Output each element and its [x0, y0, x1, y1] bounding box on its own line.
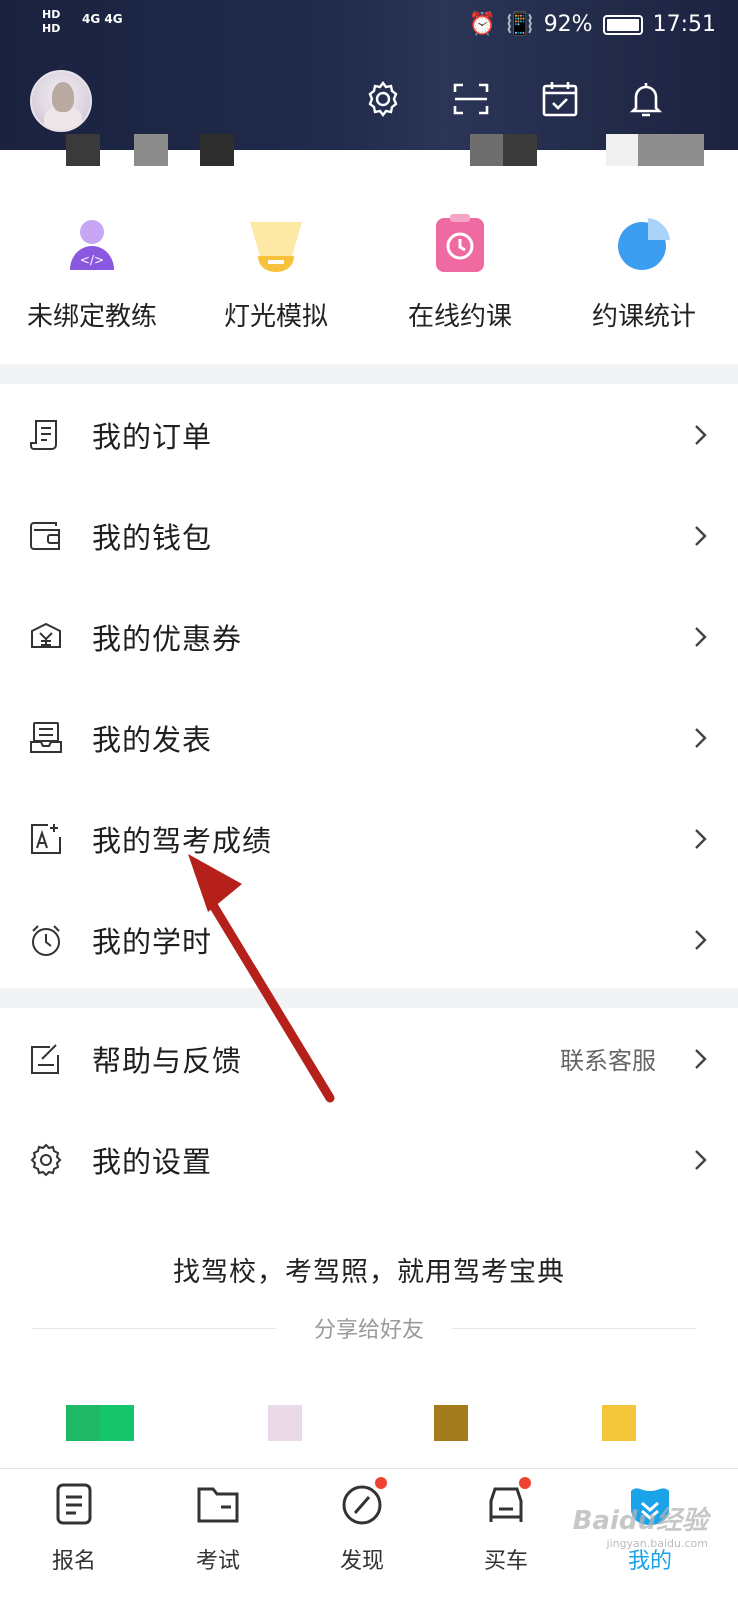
username-redacted [134, 134, 168, 166]
contact-support-link[interactable]: 联系客服 [560, 1041, 656, 1076]
menu-label: 我的优惠券 [92, 621, 243, 656]
profile-header: HD HD 4G 4G ⏰ 📳 92% 17:51 [0, 0, 738, 150]
signup-icon [51, 1481, 97, 1527]
feature-label: 未绑定教练 [26, 302, 157, 332]
chevron-right-icon [695, 727, 707, 748]
chevron-right-icon [695, 1048, 707, 1069]
username-redacted [470, 134, 504, 166]
tab-discover[interactable]: 发现 [288, 1475, 436, 1575]
battery-percent: 92% [543, 12, 593, 37]
username-redacted [606, 134, 640, 166]
chevron-right-icon [695, 525, 707, 546]
username-redacted [200, 134, 234, 166]
menu-item-settings[interactable]: 我的设置 [0, 1109, 738, 1210]
compass-icon [339, 1475, 389, 1527]
chevron-right-icon [695, 424, 707, 445]
car-icon [483, 1475, 533, 1527]
feature-label: 约课统计 [591, 302, 696, 332]
menu-label: 我的发表 [92, 722, 213, 757]
username-redacted [638, 134, 704, 166]
feature-grid: </> 未绑定教练 灯光模拟 在线约课 约课统计 [0, 200, 738, 350]
share-label: 分享给好友 [313, 1318, 424, 1343]
clock: 17:51 [652, 12, 716, 37]
menu-label: 我的订单 [92, 419, 213, 454]
status-bar: HD HD 4G 4G ⏰ 📳 92% 17:51 [0, 0, 738, 52]
coach-icon: </> [60, 212, 124, 276]
feature-label: 灯光模拟 [223, 302, 328, 332]
tab-label: 报名 [51, 1549, 96, 1574]
qzone-share-icon[interactable] [602, 1405, 636, 1441]
tab-exam[interactable]: 考试 [144, 1481, 292, 1575]
svg-text:</>: </> [80, 253, 104, 267]
menu-label: 我的驾考成绩 [92, 823, 273, 858]
tab-signup[interactable]: 报名 [0, 1481, 148, 1575]
calendar-check-icon[interactable] [537, 76, 583, 122]
timer-icon [28, 922, 64, 958]
vibrate-icon: 📳 [506, 12, 534, 37]
tab-label: 考试 [195, 1549, 240, 1574]
tab-buy-car[interactable]: 买车 [432, 1475, 580, 1575]
chevron-right-icon [695, 828, 707, 849]
menu-item-wallet[interactable]: 我的钱包 [0, 485, 738, 586]
chevron-right-icon [695, 929, 707, 950]
clock-clipboard-icon [428, 212, 492, 276]
menu-label: 我的钱包 [92, 520, 213, 555]
coupon-icon [28, 619, 64, 655]
light-sim-icon [244, 212, 308, 276]
order-icon [28, 417, 64, 453]
menu-item-study-hours[interactable]: 我的学时 [0, 889, 738, 990]
settings-icon[interactable] [360, 76, 406, 122]
section-divider [0, 364, 738, 384]
username-redacted [503, 134, 537, 166]
battery-icon [602, 14, 643, 35]
alarm-icon: ⏰ [468, 12, 497, 37]
feature-online-booking[interactable]: 在线约课 [368, 200, 552, 333]
menu-label: 帮助与反馈 [92, 1043, 243, 1078]
menu-label: 我的学时 [92, 924, 213, 959]
menu-item-orders[interactable]: 我的订单 [0, 384, 738, 485]
section-divider [0, 988, 738, 1008]
signal-indicator: 4G 4G [82, 12, 123, 26]
moments-share-icon[interactable] [268, 1405, 302, 1441]
menu-item-posts[interactable]: 我的发表 [0, 687, 738, 788]
feature-coach[interactable]: </> 未绑定教练 [0, 200, 184, 333]
chevron-right-icon [695, 1149, 707, 1170]
sim-label: HD [42, 8, 61, 21]
feature-label: 在线约课 [407, 302, 512, 332]
header-actions [0, 76, 738, 124]
feature-booking-stats[interactable]: 约课统计 [552, 200, 736, 333]
share-options [0, 1405, 738, 1455]
watermark: Baidu经验 jingyan.baidu.com [572, 1506, 708, 1550]
profile-page: HD HD 4G 4G ⏰ 📳 92% 17:51 </> 未绑定教练 灯光模拟… [0, 0, 738, 1600]
wechat-share-icon[interactable] [66, 1405, 134, 1441]
menu-item-help-feedback[interactable]: 帮助与反馈 联系客服 [0, 1008, 738, 1109]
slogan: 找驾校，考驾照，就用驾考宝典 [173, 1257, 565, 1288]
bell-icon[interactable] [623, 76, 669, 122]
sim-label: HD [42, 22, 61, 35]
username-redacted [66, 134, 100, 166]
score-icon [28, 821, 64, 857]
scan-icon[interactable] [448, 76, 494, 122]
feedback-icon [28, 1041, 64, 1077]
menu-item-exam-scores[interactable]: 我的驾考成绩 [0, 788, 738, 889]
wallet-icon [28, 518, 64, 554]
feature-light-sim[interactable]: 灯光模拟 [184, 200, 368, 333]
chevron-right-icon [695, 626, 707, 647]
qq-share-icon[interactable] [434, 1405, 468, 1441]
notification-dot [373, 1475, 389, 1491]
post-icon [28, 720, 64, 756]
network-indicator: HD HD 4G 4G [42, 8, 123, 36]
status-right: ⏰ 📳 92% 17:51 [469, 12, 716, 37]
pie-chart-icon [612, 212, 676, 276]
tab-label: 买车 [483, 1549, 528, 1574]
gear-icon [28, 1142, 64, 1178]
menu-item-coupons[interactable]: 我的优惠券 [0, 586, 738, 687]
tab-label: 发现 [339, 1549, 384, 1574]
folder-icon [195, 1481, 241, 1527]
menu-label: 我的设置 [92, 1144, 213, 1179]
notification-dot [517, 1475, 533, 1491]
